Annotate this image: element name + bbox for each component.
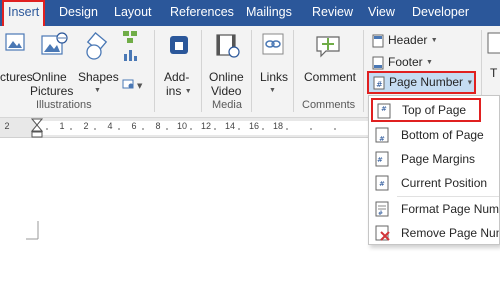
smartart-icon[interactable] [122,30,138,44]
comments-group-label: Comments [302,99,356,111]
page-number-dropdown-icon: ▼ [466,79,474,87]
tab-developer[interactable]: Developer [412,0,469,26]
ruler-tick: 2 [4,121,10,131]
media-group-label: Media [212,99,242,111]
format-page-number-icon: # [375,201,389,217]
links-dropdown-icon: ▼ [269,87,276,94]
page-number-menu: # Top of Page # Bottom of Page # Page Ma… [368,95,500,245]
tab-design[interactable]: Design [59,0,98,26]
shapes-icon [86,31,108,60]
shapes-dropdown-icon: ▼ [94,87,101,94]
tab-review[interactable]: Review [312,0,353,26]
tab-view[interactable]: View [368,0,395,26]
svg-text:#: # [379,135,385,143]
page-bottom-icon: # [375,127,389,143]
group-divider [251,30,252,112]
footer-button[interactable]: Footer ▼ [372,52,433,72]
page-number-icon: # [373,76,385,90]
link-icon [262,33,284,55]
screenshot-icon[interactable]: ▼ [122,78,146,90]
ruler-dots [46,128,336,130]
text-box-icon[interactable] [487,32,500,56]
header-dropdown-icon: ▼ [430,36,438,44]
text-group-partial-label: T [490,66,498,80]
group-divider [293,30,294,112]
page-top-icon: # [377,103,391,119]
svg-text:#: # [378,210,383,217]
comment-icon [316,36,340,58]
menu-item-current-position[interactable]: # Current Position [369,171,499,195]
online-pictures-icon [41,32,68,55]
footer-dropdown-icon: ▼ [426,58,433,66]
tab-layout[interactable]: Layout [114,0,152,26]
store-icon [170,36,188,54]
pictures-icon [5,33,25,51]
header-icon [372,34,384,48]
page-corner-mark [26,221,39,240]
svg-text:#: # [379,180,385,188]
svg-text:#: # [377,156,383,164]
svg-text:#: # [376,80,383,89]
addins-dropdown-icon: ▼ [184,87,192,95]
menu-item-top-of-page[interactable]: # Top of Page [371,98,481,122]
chart-icon[interactable] [122,48,138,62]
remove-page-number-icon [375,225,390,241]
tab-mailings[interactable]: Mailings [246,0,292,26]
svg-text:▼: ▼ [137,82,143,90]
ribbon-tab-bar: Insert Design Layout References Mailings… [0,0,500,26]
menu-item-bottom-of-page[interactable]: # Bottom of Page [369,123,499,147]
header-button[interactable]: Header ▼ [372,30,438,50]
tab-references[interactable]: References [170,0,234,26]
page-number-button[interactable]: # Page Number ▼ [367,71,476,94]
illustrations-group-label: Illustrations [36,99,92,111]
film-icon [216,34,240,58]
group-divider [363,30,364,112]
footer-icon [372,56,384,70]
group-divider [201,30,202,112]
tab-insert[interactable]: Insert [2,0,46,26]
menu-item-format-page-numbers[interactable]: # Format Page Numb [369,197,499,221]
page-margins-icon: # [375,151,389,167]
group-divider [154,30,155,112]
current-position-icon: # [375,175,389,191]
menu-item-remove-page-numbers[interactable]: Remove Page Num [369,221,499,244]
menu-item-page-margins[interactable]: # Page Margins [369,147,499,171]
svg-text:#: # [381,105,387,113]
